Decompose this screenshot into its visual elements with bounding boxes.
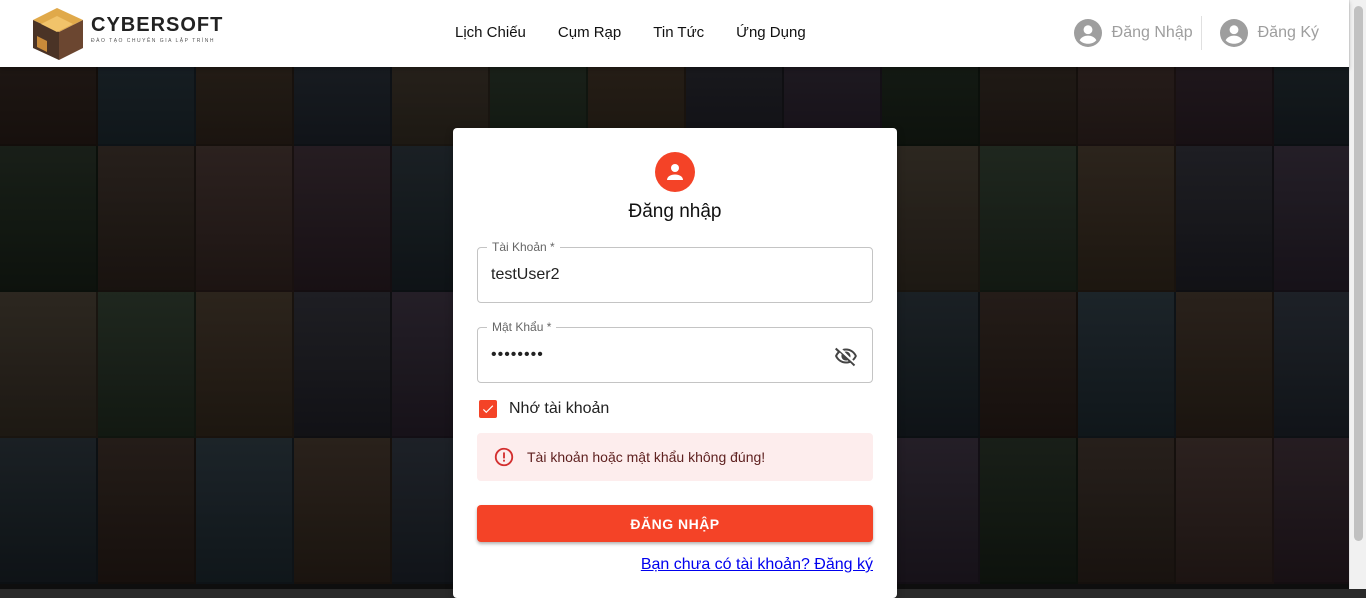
account-circle-icon xyxy=(1073,19,1102,47)
register-link[interactable]: Bạn chưa có tài khoản? Đăng ký xyxy=(641,556,873,574)
eye-off-icon[interactable] xyxy=(834,344,858,368)
nav-item-ung-dung[interactable]: Ứng Dụng xyxy=(720,22,822,44)
nav-item-tin-tuc[interactable]: Tin Tức xyxy=(637,22,720,44)
login-nav-label: Đăng Nhập xyxy=(1111,24,1193,41)
error-alert: Tài khoản hoặc mật khẩu không đúng! xyxy=(477,433,873,481)
login-card: Đăng nhập Tài Khoản * Mật Khẩu * Nhớ tài… xyxy=(453,128,897,598)
nav-item-lich-chieu[interactable]: Lịch Chiếu xyxy=(439,22,542,44)
account-circle-icon xyxy=(1219,19,1248,47)
person-glyph xyxy=(667,164,683,180)
password-field[interactable]: Mật Khẩu * xyxy=(477,320,873,383)
top-header: CYBERSOFT ĐÀO TẠO CHUYÊN GIA LẬP TRÌNH L… xyxy=(0,0,1349,67)
logo-title: CYBERSOFT xyxy=(91,14,224,36)
main-nav: Lịch Chiếu Cụm Rạp Tin Tức Ứng Dụng xyxy=(439,22,822,44)
cybersoft-logo[interactable]: CYBERSOFT ĐÀO TẠO CHUYÊN GIA LẬP TRÌNH xyxy=(27,2,227,62)
remember-checkbox[interactable] xyxy=(479,400,497,418)
auth-divider xyxy=(1200,16,1202,50)
remember-account[interactable]: Nhớ tài khoản xyxy=(477,400,609,418)
register-nav-label: Đăng Ký xyxy=(1257,24,1319,41)
page-scrollbar[interactable] xyxy=(1349,0,1366,589)
person-icon xyxy=(655,152,695,192)
error-message: Tài khoản hoặc mật khẩu không đúng! xyxy=(527,449,766,465)
register-nav-button[interactable]: Đăng Ký xyxy=(1219,16,1319,50)
auth-actions: Đăng Nhập Đăng Ký xyxy=(1073,16,1319,50)
scrollbar-thumb[interactable] xyxy=(1354,6,1363,541)
login-nav-button[interactable]: Đăng Nhập xyxy=(1073,16,1193,50)
password-input[interactable] xyxy=(491,328,831,382)
username-field[interactable]: Tài Khoản * xyxy=(477,240,873,303)
error-outline-icon xyxy=(494,447,514,467)
login-submit-button[interactable]: ĐĂNG NHẬP xyxy=(477,505,873,542)
logo-cube-icon xyxy=(33,8,83,60)
username-input[interactable] xyxy=(491,248,831,302)
nav-item-cum-rap[interactable]: Cụm Rạp xyxy=(542,22,637,44)
logo-subtitle: ĐÀO TẠO CHUYÊN GIA LẬP TRÌNH xyxy=(91,38,215,44)
remember-label: Nhớ tài khoản xyxy=(509,400,610,417)
login-title: Đăng nhập xyxy=(628,201,722,222)
check-icon xyxy=(482,405,494,414)
